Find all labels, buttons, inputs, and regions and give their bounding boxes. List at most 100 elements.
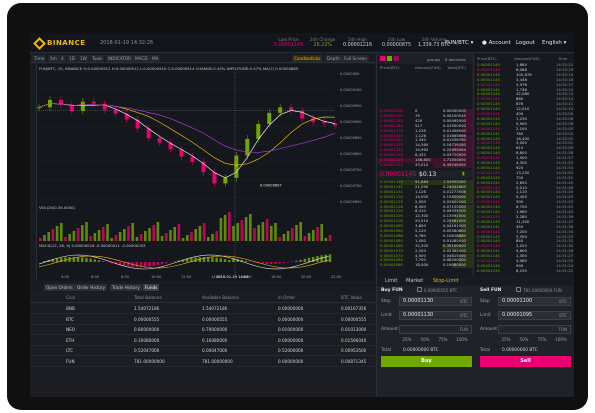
funds-cell: BTC: [66, 316, 75, 322]
buy-pct-75[interactable]: 75%: [435, 337, 451, 343]
buy-limit-unit: BTC: [460, 313, 468, 318]
tab-1d[interactable]: 1D: [67, 55, 77, 62]
sell-stop-unit: BTC: [559, 299, 567, 304]
chevron-down-icon: ▾: [563, 40, 567, 46]
buy-total-label: Total: [381, 348, 392, 353]
volume-bar: [152, 225, 155, 241]
buy-pct-100[interactable]: 100%: [454, 337, 470, 343]
volume-bar: [55, 226, 59, 241]
buy-limit-input[interactable]: 0.00001130 BTC: [399, 311, 472, 320]
volume-bar: [106, 224, 109, 241]
binance-logo[interactable]: BINANCE: [33, 36, 86, 50]
volume-bar: [211, 234, 214, 241]
macd-bar: [303, 258, 306, 262]
tab-candlesticks[interactable]: Candlesticks: [292, 55, 323, 62]
drawing-tools[interactable]: [30, 64, 37, 281]
volume-bar: [232, 226, 235, 241]
change-stat: 24h Change 26.22%: [310, 37, 335, 48]
book-view-both-icon[interactable]: [380, 56, 385, 61]
macd-bar: [202, 257, 206, 262]
last-price-row: 0.00001145 $0.13 ▮: [377, 170, 473, 179]
macd-bar: [76, 257, 80, 262]
tab-time[interactable]: Time: [32, 55, 47, 62]
funds-cell: 0.16080000: [134, 337, 160, 343]
sell-pct-50[interactable]: 50%: [516, 337, 532, 343]
sell-amount-input[interactable]: FUN: [498, 325, 571, 334]
volume-label: VOL(20/0.35.0000): [39, 205, 76, 210]
funds-cell: NEO: [66, 327, 76, 332]
buy-pct-50[interactable]: 50%: [417, 337, 433, 343]
macd-bar: [299, 259, 302, 262]
candle: [212, 172, 217, 184]
tab-1w[interactable]: 1W: [78, 55, 89, 62]
volume-bar: [139, 234, 143, 241]
tab-trade-history[interactable]: Trade History: [110, 284, 142, 291]
tab-ma[interactable]: MA: [150, 55, 161, 62]
candle: [91, 101, 96, 104]
change-value: 26.22%: [313, 43, 332, 48]
tab-4h[interactable]: 4: [59, 55, 66, 62]
col-total: Total Balance: [134, 295, 162, 300]
tab-funds[interactable]: Funds: [143, 284, 160, 291]
sell-stop-input[interactable]: 0.00001100 BTC: [498, 297, 571, 306]
tab-market[interactable]: Market: [406, 278, 423, 284]
price-chart[interactable]: 0.0000000 0.00000100 0.00000950 0.00000900 0…: [30, 64, 375, 281]
book-row[interactable]: 0.00001145 43,010 0.49246450: [377, 162, 473, 168]
sell-pct-25[interactable]: 25%: [498, 337, 514, 343]
trade-price: 0.00001145: [477, 267, 500, 273]
sell-limit-input[interactable]: 0.00001095 BTC: [498, 311, 571, 320]
last-price-usd: $0.13: [419, 171, 437, 178]
language-selector[interactable]: English ▾: [542, 40, 566, 46]
chart-canvas[interactable]: 0.0000000 0.00000100 0.00000950 0.00000900 0…: [30, 64, 375, 281]
decimals-select[interactable]: 8 decimals: [445, 57, 466, 62]
tab-5m[interactable]: 5m: [48, 55, 59, 62]
buy-pct-25[interactable]: 25%: [399, 337, 415, 343]
account-menu[interactable]: ● Account: [482, 40, 511, 46]
buy-amount-input[interactable]: FUN: [399, 325, 472, 334]
tab-limit[interactable]: Limit: [385, 278, 397, 284]
volume-bar: [307, 233, 311, 241]
buy-button[interactable]: Buy: [381, 356, 472, 367]
candle: [223, 177, 228, 184]
book-view-asks-icon[interactable]: [394, 56, 399, 61]
volume-bar: [198, 226, 202, 241]
price-tick: 0.00000100: [340, 88, 362, 92]
sell-pct-100[interactable]: 100%: [553, 337, 569, 343]
funds-row[interactable]: FUN 781.00000000 781.00000000 0.00000000 0.0…: [30, 357, 375, 367]
tab-stop-limit[interactable]: Stop-Limit: [433, 278, 459, 284]
volume-bar: [64, 237, 67, 241]
order-form: Limit Market Stop-Limit Buy FUN 0.000005…: [376, 276, 574, 397]
trades-col-price: Price(BTC): [477, 56, 497, 61]
tab-indicator[interactable]: INDICATOR: [106, 55, 134, 62]
laptop-bezel: BINANCE 2018-01-19 14:32:26 Last Price 0.…: [7, 3, 588, 410]
volume-bar: [43, 235, 46, 241]
tab-order-history[interactable]: Order History: [75, 284, 108, 291]
funds-cell: 0.00000000: [278, 306, 304, 311]
book-view-bids-icon[interactable]: [387, 56, 392, 61]
funds-row[interactable]: NEO 0.80000000 0.79000000 0.01000000 0.01013…: [30, 325, 375, 335]
funds-row[interactable]: ETH 0.16080000 0.16080000 0.00000000 0.01596…: [30, 336, 375, 346]
funds-row[interactable]: BTC 0.00000555 0.00000555 0.00000000 0.00000…: [30, 315, 375, 325]
groups-label[interactable]: groups: [427, 57, 440, 62]
macd-bar: [93, 259, 96, 262]
funds-row[interactable]: BNB 1.54072186 1.54072186 0.00000000 0.00167…: [30, 304, 375, 314]
macd-bar: [244, 260, 248, 262]
tab-macd[interactable]: MACD: [133, 55, 150, 62]
tab-tools[interactable]: Tools: [90, 55, 105, 62]
candle: [102, 103, 107, 110]
sell-available: 781.00000000 FUN: [523, 288, 562, 293]
tab-depth[interactable]: Depth: [325, 55, 342, 62]
buy-stop-input[interactable]: 0.00001130 BTC: [399, 297, 472, 306]
sell-pct-75[interactable]: 75%: [534, 337, 550, 343]
funds-cell: 0.00000000: [278, 337, 304, 343]
volume-bar: [127, 226, 130, 241]
price-tick: 0.0000000: [340, 72, 360, 76]
sell-button[interactable]: Sell: [480, 356, 571, 367]
volume-bar: [81, 225, 84, 241]
tab-fullscreen[interactable]: Full Screen: [342, 55, 369, 62]
logout-link[interactable]: Logout: [516, 40, 535, 46]
tab-open-orders[interactable]: Open Orders: [44, 284, 75, 291]
funds-row[interactable]: LTC 0.52047000 0.00047000 0.52000000 0.00953…: [30, 346, 375, 356]
funds-cell: 0.52000000: [278, 348, 304, 353]
book-row[interactable]: 0.00001060 18,000 0.19080000: [377, 262, 473, 269]
